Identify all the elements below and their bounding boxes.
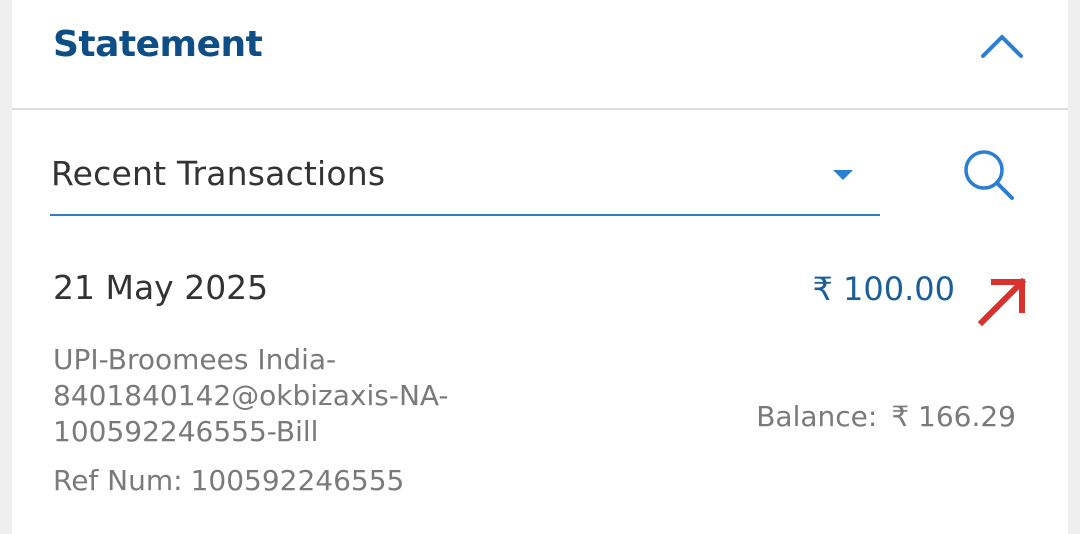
ref-label: Ref Num: xyxy=(53,464,183,497)
transaction-date: 21 May 2025 xyxy=(53,268,269,307)
description-line: 8401840142@okbizaxis-NA- xyxy=(53,379,449,412)
ref-value: 100592246555 xyxy=(190,464,405,497)
transaction-amount: ₹ 100.00 xyxy=(812,270,956,308)
page-title: Statement xyxy=(53,24,263,65)
transaction-reference: Ref Num: 100592246555 xyxy=(53,464,404,497)
transaction-description: UPI-Broomees India- 8401840142@okbizaxis… xyxy=(53,342,473,450)
caret-down-icon xyxy=(833,170,853,180)
transactions-filter-dropdown[interactable]: Recent Transactions xyxy=(50,140,880,216)
description-line: UPI-Broomees India- xyxy=(53,343,337,376)
transaction-balance: Balance: ₹ 166.29 xyxy=(756,400,1016,433)
statement-card: Statement Recent Transactions 21 May 202… xyxy=(12,0,1068,534)
search-icon[interactable] xyxy=(960,146,1018,204)
filter-selected-value: Recent Transactions xyxy=(51,154,386,193)
arrow-up-right-icon xyxy=(977,277,1027,327)
balance-label: Balance: xyxy=(756,400,878,433)
description-line: 100592246555-Bill xyxy=(53,415,319,448)
balance-value: ₹ 166.29 xyxy=(891,400,1016,433)
chevron-up-icon[interactable] xyxy=(978,26,1026,66)
statement-header[interactable]: Statement xyxy=(12,0,1068,110)
